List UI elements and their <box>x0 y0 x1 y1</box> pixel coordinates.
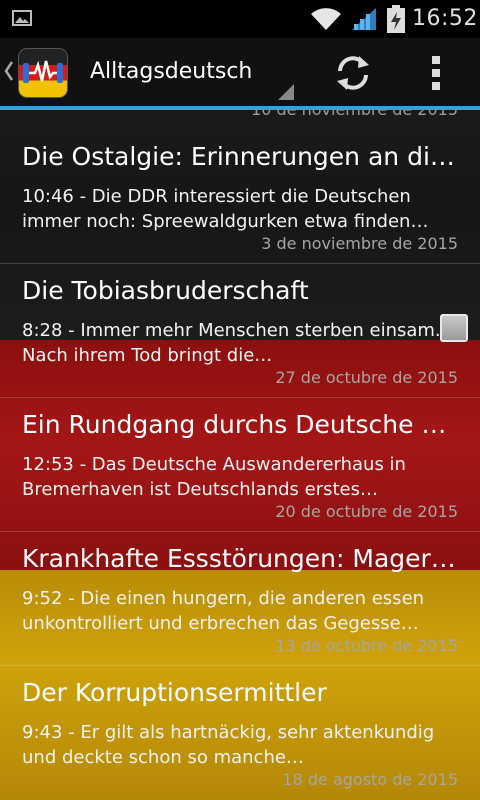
image-notification-icon <box>12 10 32 26</box>
item-date: 20 de octubre de 2015 <box>275 502 458 521</box>
app-logo-icon[interactable] <box>18 48 68 98</box>
refresh-icon[interactable] <box>332 53 374 93</box>
wifi-icon <box>311 8 341 31</box>
item-title: Ein Rundgang durchs Deutsche Au… <box>22 410 462 439</box>
battery-charging-icon <box>387 5 405 33</box>
action-bar: Alltagsdeutsch <box>0 38 480 110</box>
item-date: 27 de octubre de 2015 <box>275 368 458 387</box>
up-caret-icon[interactable] <box>4 60 14 82</box>
item-description: 10:46 - Die DDR interessiert die Deutsch… <box>22 186 429 232</box>
item-description: 9:43 - Er gilt als hartnäckig, sehr akte… <box>22 722 435 768</box>
item-title: Die Ostalgie: Erinnerungen an die… <box>22 142 462 171</box>
item-date: 13 de octubre de 2015 <box>275 636 458 655</box>
item-description: 8:28 - Immer mehr Menschen sterben einsa… <box>22 320 441 366</box>
item-date: 18 de agosto de 2015 <box>282 770 458 789</box>
action-bar-divider <box>0 106 480 110</box>
section-spinner[interactable]: Alltagsdeutsch <box>90 38 296 106</box>
list-item[interactable]: Ein Rundgang durchs Deutsche Au… 12:53 -… <box>0 398 480 532</box>
item-title: Der Korruptionsermittler <box>22 678 327 707</box>
spinner-triangle-icon <box>278 84 294 100</box>
article-list[interactable]: 10 de noviembre de 2015 Die Ostalgie: Er… <box>0 106 480 800</box>
list-item[interactable]: Die Tobiasbruderschaft 8:28 - Immer mehr… <box>0 264 480 398</box>
item-title: Krankhafte Essstörungen: Magers… <box>22 544 462 573</box>
status-time: 16:52 <box>412 6 478 31</box>
overflow-menu-icon[interactable] <box>424 54 448 92</box>
action-bar-title: Alltagsdeutsch <box>90 59 253 84</box>
signal-icon <box>352 8 376 30</box>
item-description: 9:52 - Die einen hungern, die anderen es… <box>22 588 425 634</box>
item-date: 3 de noviembre de 2015 <box>261 234 458 253</box>
list-item[interactable]: Die Ostalgie: Erinnerungen an die… 10:46… <box>0 130 480 264</box>
item-title: Die Tobiasbruderschaft <box>22 276 309 305</box>
status-bar: 16:52 <box>0 0 480 38</box>
list-item[interactable]: Der Korruptionsermittler 9:43 - Er gilt … <box>0 666 480 799</box>
item-description: 12:53 - Das Deutsche Auswandererhaus in … <box>22 454 406 500</box>
item-checkbox[interactable] <box>440 314 468 342</box>
list-item[interactable]: Krankhafte Essstörungen: Magers… 9:52 - … <box>0 532 480 666</box>
